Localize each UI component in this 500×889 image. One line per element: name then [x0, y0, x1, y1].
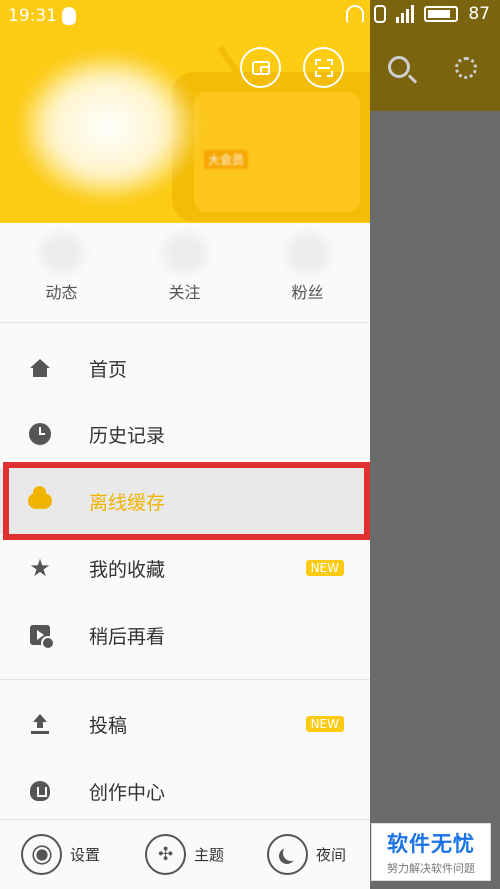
bulb-icon	[27, 778, 53, 804]
new-badge: NEW	[305, 560, 344, 576]
watermark-title: 软件无忧	[387, 832, 475, 856]
watermark-subtitle: 努力解决软件问题	[387, 862, 475, 875]
theme-label: 主题	[194, 846, 225, 864]
menu-item-label: 稍后再看	[89, 625, 166, 648]
vip-badge: 大会员	[204, 150, 249, 169]
menu-item-creator-center[interactable]: 创作中心	[0, 758, 370, 824]
battery-icon	[424, 6, 459, 22]
menu-item-offline-cache[interactable]: 离线缓存	[0, 468, 370, 534]
mascot-illustration	[172, 45, 370, 222]
menu-item-label: 离线缓存	[89, 491, 166, 514]
home-icon	[27, 355, 53, 381]
menu-item-history[interactable]: 历史记录	[0, 401, 370, 467]
stat-label: 动态	[45, 283, 78, 302]
drawer-bottom-bar: 设置 ✣ 主题 夜间	[0, 819, 370, 889]
menu-item-label: 首页	[89, 358, 128, 381]
menu-item-label: 投稿	[89, 714, 128, 737]
menu-divider	[0, 679, 370, 680]
settings-button[interactable]: 设置	[21, 834, 100, 875]
upload-icon	[27, 711, 53, 737]
search-icon[interactable]	[388, 56, 410, 78]
stats-row: 动态 关注 粉丝	[0, 223, 370, 323]
settings-label: 设置	[70, 846, 101, 864]
theme-icon: ✣	[145, 834, 186, 875]
cloud-download-icon	[27, 486, 53, 514]
night-label: 夜间	[316, 846, 347, 864]
menu-item-home[interactable]: 首页	[0, 335, 370, 401]
night-mode-button[interactable]: 夜间	[267, 834, 346, 875]
star-icon: ★	[29, 554, 51, 582]
signal-icon	[396, 5, 415, 23]
menu-item-favorites[interactable]: ★ 我的收藏 NEW	[0, 535, 370, 601]
moon-icon	[267, 834, 308, 875]
vibrate-icon	[374, 5, 387, 23]
stat-following[interactable]: 关注	[123, 223, 246, 303]
settings-icon[interactable]	[455, 57, 477, 79]
theme-button[interactable]: ✣ 主题	[145, 834, 224, 875]
stat-count	[285, 233, 330, 273]
profile-banner: 大会员	[0, 0, 370, 223]
stat-label: 关注	[168, 283, 201, 302]
stat-count	[39, 233, 84, 273]
wallet-button[interactable]	[240, 47, 281, 88]
new-badge: NEW	[305, 716, 344, 732]
clock-icon	[27, 421, 53, 447]
menu-item-label: 我的收藏	[89, 558, 166, 581]
headset-icon	[346, 5, 365, 23]
qq-icon	[62, 7, 76, 25]
wallet-icon	[251, 60, 270, 75]
scan-button[interactable]	[303, 47, 344, 88]
menu-item-watch-later[interactable]: 稍后再看	[0, 602, 370, 668]
status-time: 19:31	[8, 6, 57, 26]
avatar[interactable]	[18, 52, 198, 202]
stat-label: 粉丝	[291, 283, 324, 302]
status-bar: 19:31 87	[0, 0, 500, 32]
stat-count	[162, 233, 207, 273]
stat-fans[interactable]: 粉丝	[246, 223, 369, 303]
battery-level: 87	[468, 4, 490, 24]
stat-dynamics[interactable]: 动态	[0, 223, 123, 303]
gear-icon	[21, 834, 62, 875]
menu-item-label: 历史记录	[89, 424, 166, 447]
scan-icon	[314, 58, 333, 77]
menu-item-label: 创作中心	[89, 781, 166, 804]
menu-item-upload[interactable]: 投稿 NEW	[0, 691, 370, 757]
watch-later-icon	[27, 622, 55, 650]
navigation-drawer: 大会员 动态 关注 粉丝 首页 历史记录 离线缓存 ★ 我的收藏 NEW 稍后再…	[0, 0, 370, 889]
watermark-logo: 软件无忧 努力解决软件问题	[371, 823, 491, 881]
